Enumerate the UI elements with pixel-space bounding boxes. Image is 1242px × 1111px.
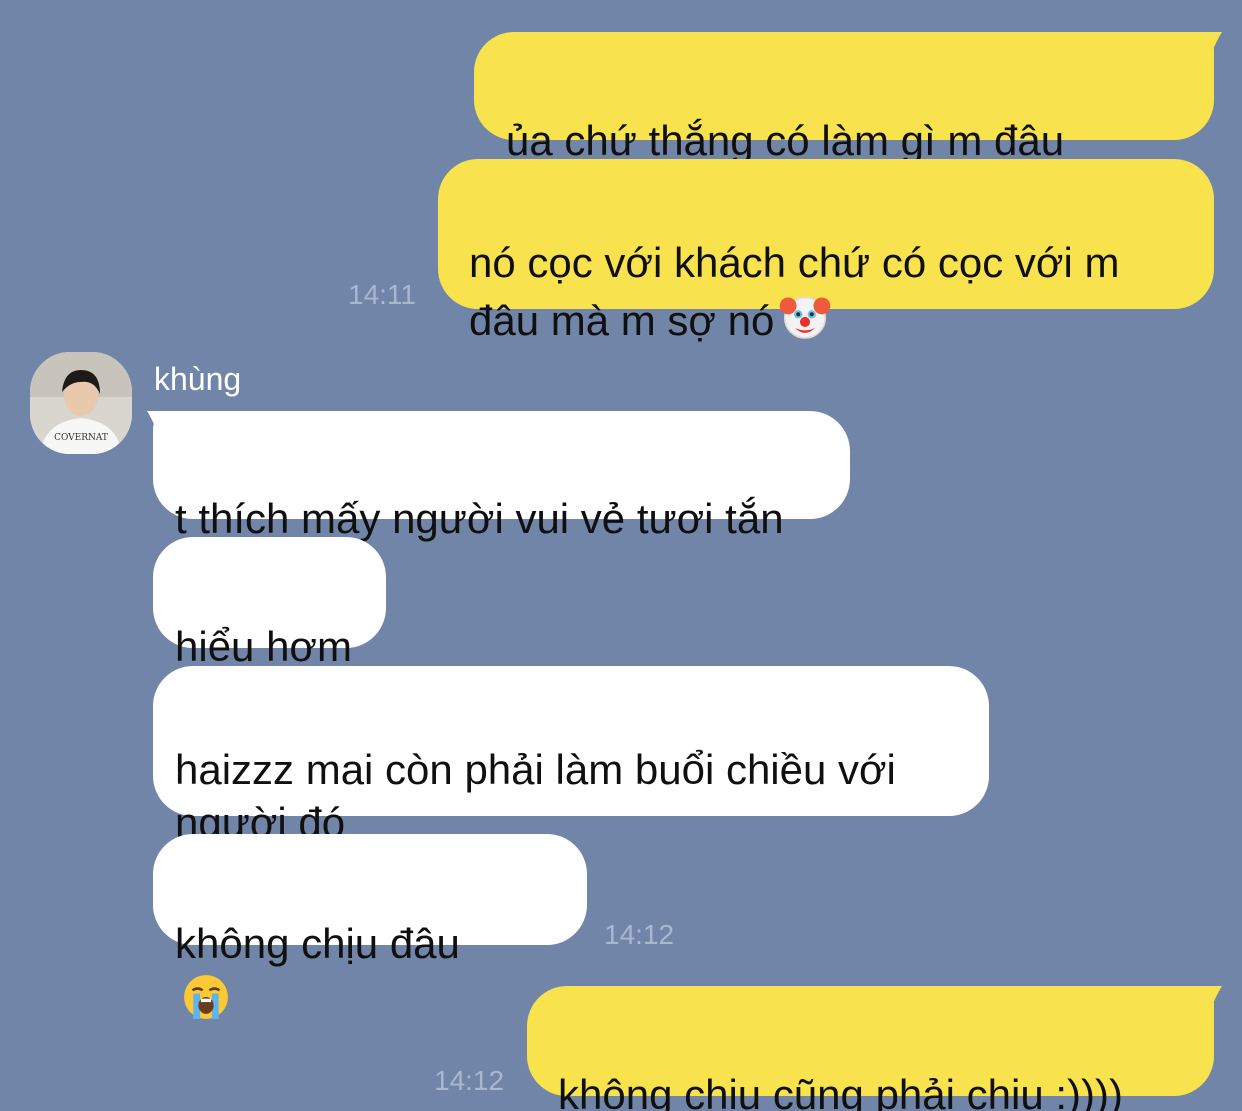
avatar-image: COVERNAT [30, 352, 132, 454]
message-text: haizzz mai còn phải làm buổi chiều với n… [175, 746, 896, 846]
incoming-message[interactable]: t thích mấy người vui vẻ tươi tắn [153, 411, 850, 542]
message-timestamp: 14:11 [348, 279, 416, 310]
message-text: không chịu đâu [175, 920, 460, 967]
avatar[interactable]: COVERNAT [30, 352, 132, 454]
clown-face-emoji [780, 296, 831, 339]
sender-name: khùng [154, 361, 242, 397]
incoming-message[interactable]: không chịu đâu [153, 834, 587, 1019]
outgoing-message[interactable]: nó cọc với khách chứ có cọc với m đâu mà… [438, 159, 1214, 344]
loudly-crying-face-emoji [184, 975, 228, 1019]
message-text: không chịu cũng phải chịu :)))) [558, 1071, 1123, 1111]
avatar-shirt-text: COVERNAT [54, 433, 108, 443]
outgoing-message[interactable]: không chịu cũng phải chịu :)))) [527, 986, 1214, 1111]
bubble-tail [1196, 32, 1222, 58]
message-timestamp: 14:12 [604, 919, 675, 950]
message-text: ủa chứ thắng có làm gì m đâu [506, 117, 1065, 164]
message-timestamp: 14:12 [434, 1065, 505, 1096]
incoming-message[interactable]: hiểu hơm [153, 537, 386, 670]
message-text: t thích mấy người vui vẻ tươi tắn [175, 495, 784, 542]
chat-thread: ủa chứ thắng có làm gì m đâu nó cọc với … [0, 0, 1242, 1111]
message-text: hiểu hơm [175, 623, 352, 670]
bubble-tail [1196, 986, 1222, 1012]
bubble-tail [147, 411, 173, 437]
incoming-message[interactable]: haizzz mai còn phải làm buổi chiều với n… [153, 666, 989, 846]
outgoing-message[interactable]: ủa chứ thắng có làm gì m đâu [474, 32, 1214, 217]
